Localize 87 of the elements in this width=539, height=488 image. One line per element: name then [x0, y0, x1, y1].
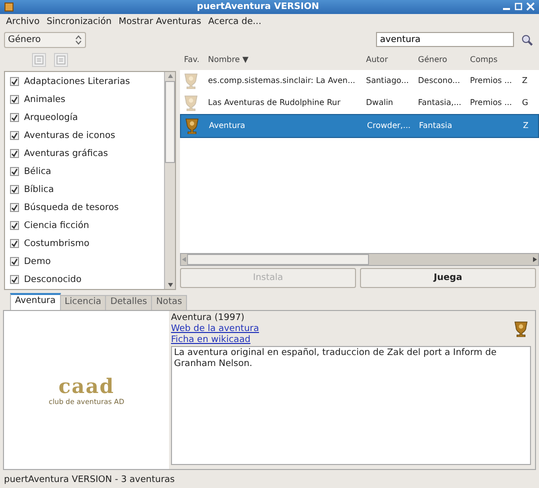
menu-item[interactable]: Sincronización [46, 16, 112, 27]
checkmark-icon [11, 78, 18, 86]
checkbox[interactable] [10, 275, 19, 284]
table-cell-text: Premios ... [469, 98, 513, 108]
list-icon [34, 55, 44, 66]
status-text: puertAventura VERSION - 3 aventuras [3, 474, 176, 488]
column-header[interactable]: Nombre ▼ [204, 55, 362, 64]
checkmark-icon [11, 132, 18, 140]
genre-label: Adaptaciones Literarias [24, 76, 130, 87]
spinner-arrows-icon [75, 34, 82, 45]
window-title: puertAventura VERSION [196, 2, 320, 12]
table-cell-text: Fantasia,... [417, 98, 462, 108]
table-cell-text: es.comp.sistemas.sinclair: La Aven... [207, 76, 356, 86]
checkmark-icon [11, 168, 18, 176]
checkmark-icon [11, 186, 18, 194]
column-header[interactable]: Autor [362, 55, 414, 64]
genre-dropdown[interactable]: Género [4, 32, 86, 48]
table-cell-text: Santiago... [365, 76, 410, 86]
close-icon[interactable] [526, 2, 535, 12]
list-icon [56, 55, 66, 66]
table-cell-text: Fantasia [418, 121, 454, 130]
checkmark-icon [11, 204, 18, 212]
link[interactable]: Ficha en wikicaad [171, 334, 250, 346]
checkbox[interactable] [10, 185, 19, 194]
table-cell-text: Z [522, 121, 530, 130]
genre-label: Bíblica [24, 184, 54, 195]
genre-label: Aventuras gráficas [24, 148, 108, 159]
vertical-scrollbar[interactable] [164, 72, 175, 289]
checkbox[interactable] [10, 149, 19, 158]
table-cell-text: Dwalin [365, 98, 394, 108]
checkmark-icon [11, 96, 18, 104]
genre-label: Animales [24, 94, 66, 105]
checkbox[interactable] [10, 257, 19, 266]
checkmark-icon [11, 150, 18, 158]
genre-label: Desconocido [24, 274, 82, 285]
checkbox[interactable] [10, 221, 19, 230]
link[interactable]: Web de la aventura [171, 324, 260, 335]
table-cell-text: Descono... [417, 76, 461, 86]
menu-item[interactable]: Acerca de... [208, 16, 262, 27]
table-cell-text: G [521, 98, 530, 108]
maximize-icon[interactable] [514, 2, 523, 12]
table-cell-text: Z [521, 76, 528, 86]
tab[interactable]: Aventura [10, 292, 61, 310]
checkmark-icon [11, 240, 18, 248]
checkbox[interactable] [10, 131, 19, 140]
description-text: La aventura original en español, traduccion de Zak del port a Inform de Granham Nelson. [171, 346, 531, 466]
scroll-down-icon [166, 282, 174, 288]
game-title: Aventura (1997) [171, 312, 246, 324]
checkbox[interactable] [10, 95, 19, 104]
genre-label: Búsqueda de tesoros [24, 202, 119, 213]
checkbox[interactable] [10, 113, 19, 122]
tab[interactable]: Licencia [60, 294, 106, 310]
menu-item[interactable]: Archivo [6, 16, 40, 27]
table-cell-text: Crowder,... [366, 121, 412, 130]
scroll-right-icon [532, 256, 538, 263]
tab[interactable]: Notas [151, 294, 188, 310]
checkbox[interactable] [10, 167, 19, 176]
checkbox[interactable] [10, 77, 19, 86]
scrollbar-thumb[interactable] [165, 80, 175, 163]
table-cell-text: Las Aventuras de Rudolphine Rur [207, 98, 342, 108]
checkbox[interactable] [10, 203, 19, 212]
column-header[interactable]: Fav. [180, 55, 204, 64]
tab[interactable]: Detalles [105, 294, 152, 310]
genre-label: Demo [24, 256, 51, 267]
column-header[interactable]: Género [414, 55, 466, 64]
play-button[interactable]: Juega [360, 268, 536, 288]
logo-title: caad [58, 374, 115, 398]
genre-label: Arqueología [24, 112, 78, 123]
genre-label: Bélica [24, 166, 52, 177]
genre-label: Ciencia ficción [24, 220, 90, 231]
genre-label: Costumbrismo [24, 238, 90, 249]
selected-row[interactable]: Aventura Crowder,... Fantasia Z [180, 114, 539, 138]
checkmark-icon [11, 222, 18, 230]
menu-item[interactable]: Mostrar Aventuras [118, 16, 202, 27]
table-cell-text: Premios ... [469, 76, 513, 86]
horizontal-scrollbar[interactable] [180, 252, 539, 266]
column-header[interactable]: Comps [466, 55, 518, 64]
genre-label: Aventuras de iconos [24, 130, 116, 141]
search-icon [520, 34, 532, 46]
table-cell-text: Aventura [208, 121, 246, 130]
app-icon [4, 2, 14, 12]
scrollbar-thumb[interactable] [187, 254, 369, 265]
checkmark-icon [11, 114, 18, 122]
search-field[interactable]: aventura [376, 32, 514, 48]
checkbox[interactable] [10, 239, 19, 248]
checkmark-icon [11, 276, 18, 284]
checkmark-icon [11, 258, 18, 266]
